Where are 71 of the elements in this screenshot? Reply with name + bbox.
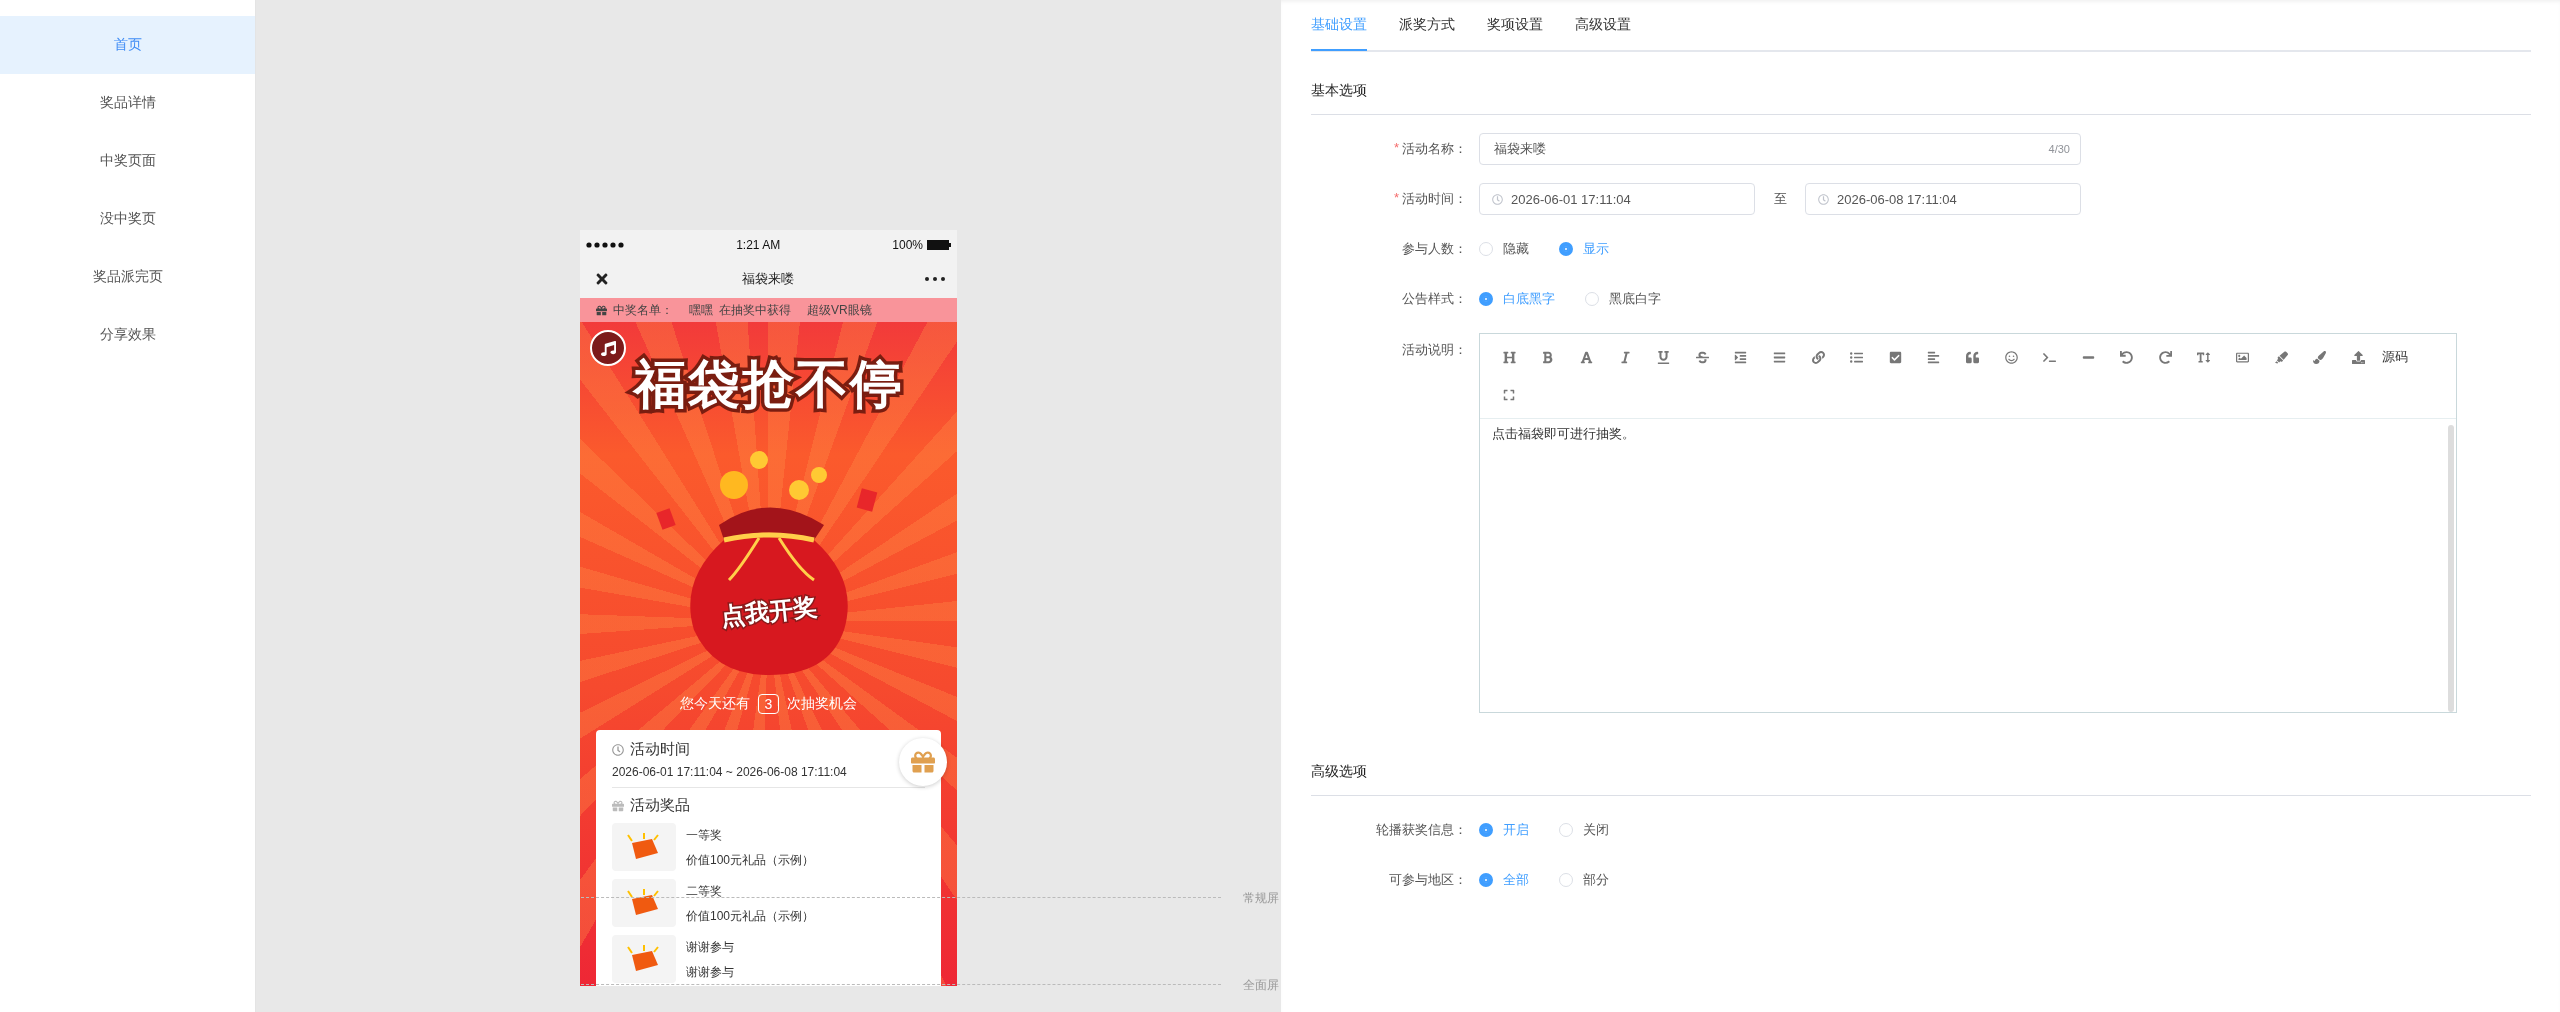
prize-description: 价值100元礼品（示例） — [686, 908, 815, 925]
section-title: 高级选项 — [1311, 733, 2531, 796]
text-input[interactable]: 福袋来喽 4/30 — [1479, 133, 2081, 165]
radio-button[interactable] — [1479, 873, 1493, 887]
prize-name: 二等奖 — [686, 883, 723, 900]
marquee-label: 中奖名单： — [613, 301, 673, 319]
music-note-icon — [600, 340, 616, 356]
radio-option[interactable]: 部分 — [1559, 871, 1609, 889]
signal-dots-icon — [586, 242, 624, 248]
gift-button[interactable] — [899, 738, 947, 786]
sidebar-item[interactable]: 中奖页面 — [0, 132, 255, 190]
tab[interactable]: 高级设置 — [1575, 1, 1631, 51]
char-counter: 4/30 — [2048, 143, 2070, 155]
guide-label: 常规屏 — [1243, 889, 1279, 907]
field-label: 活动时间： — [1402, 190, 1467, 208]
prize-name: 谢谢参与 — [686, 939, 734, 956]
field-label: 活动说明： — [1402, 341, 1467, 359]
winner-prize: 超级VR眼镜 — [807, 301, 872, 319]
close-icon[interactable] — [594, 271, 610, 287]
required-mark: * — [1393, 190, 1399, 207]
gift-icon — [612, 799, 624, 812]
gift-icon — [911, 750, 935, 774]
radio-option[interactable]: 隐藏 — [1479, 240, 1529, 258]
tab[interactable]: 派奖方式 — [1399, 1, 1455, 51]
editor-text[interactable]: 点击福袋即可进行抽奖。 — [1480, 419, 2448, 712]
rich-text-editor[interactable]: 源码 点击福袋即可进行抽奖。 — [1479, 333, 2457, 713]
prize-description: 谢谢参与 — [686, 964, 734, 981]
battery-percent: 100% — [892, 238, 923, 252]
sidebar-item[interactable]: 分享效果 — [0, 306, 255, 364]
tab[interactable]: 奖项设置 — [1487, 1, 1543, 51]
date-input[interactable]: 2026-06-01 17:11:04 — [1479, 183, 1755, 215]
radio-button[interactable] — [1479, 292, 1493, 306]
winner-action: 在抽奖中获得 — [719, 301, 791, 319]
bag-label[interactable]: 点我开奖 — [719, 593, 818, 630]
chances-count: 3 — [757, 694, 780, 714]
sidebar-item[interactable]: 奖品派完页 — [0, 248, 255, 306]
required-mark: * — [1393, 140, 1399, 157]
radio-option[interactable]: 黑底白字 — [1585, 290, 1661, 308]
chances-text: 您今天还有 — [679, 695, 750, 713]
section-heading: 活动奖品 — [630, 796, 690, 815]
more-icon[interactable] — [925, 277, 945, 281]
gift-icon — [596, 304, 607, 316]
guide-label: 全面屏 — [1243, 976, 1279, 994]
field-label: 活动名称： — [1402, 140, 1467, 158]
music-button[interactable] — [590, 330, 626, 366]
battery-icon — [927, 240, 951, 250]
date-input[interactable]: 2026-06-08 17:11:04 — [1805, 183, 2081, 215]
sidebar-item[interactable]: 没中奖页 — [0, 190, 255, 248]
field-label: 轮播获奖信息： — [1376, 821, 1467, 839]
time-range: 2026-06-01 17:11:04 ~ 2026-06-08 17:11:04 — [612, 765, 848, 779]
page-title: 福袋来喽 — [741, 270, 794, 288]
clock-icon — [612, 743, 624, 756]
clock-icon — [1818, 193, 1829, 205]
field-label: 参与人数： — [1402, 240, 1467, 258]
chances-text: 次抽奖机会 — [787, 695, 858, 713]
section-heading: 活动时间 — [630, 740, 690, 759]
field-label: 公告样式： — [1402, 290, 1467, 308]
winner-name: 嘿嘿 — [689, 301, 713, 319]
radio-button[interactable] — [1479, 823, 1493, 837]
prize-name: 一等奖 — [686, 827, 723, 844]
section-title: 基本选项 — [1311, 52, 2531, 115]
banner-title: 福袋抢不停 — [633, 354, 904, 415]
radio-option[interactable]: 关闭 — [1559, 821, 1609, 839]
prize-description: 价值100元礼品（示例） — [686, 852, 815, 869]
clock-icon — [1492, 193, 1503, 205]
field-label: 可参与地区： — [1389, 871, 1467, 889]
status-time: 1:21 AM — [736, 238, 781, 252]
sidebar-item[interactable]: 奖品详情 — [0, 74, 255, 132]
radio-button[interactable] — [1559, 242, 1573, 256]
range-separator: 至 — [1772, 190, 1788, 208]
source-code-button[interactable]: 源码 — [2377, 338, 2412, 376]
